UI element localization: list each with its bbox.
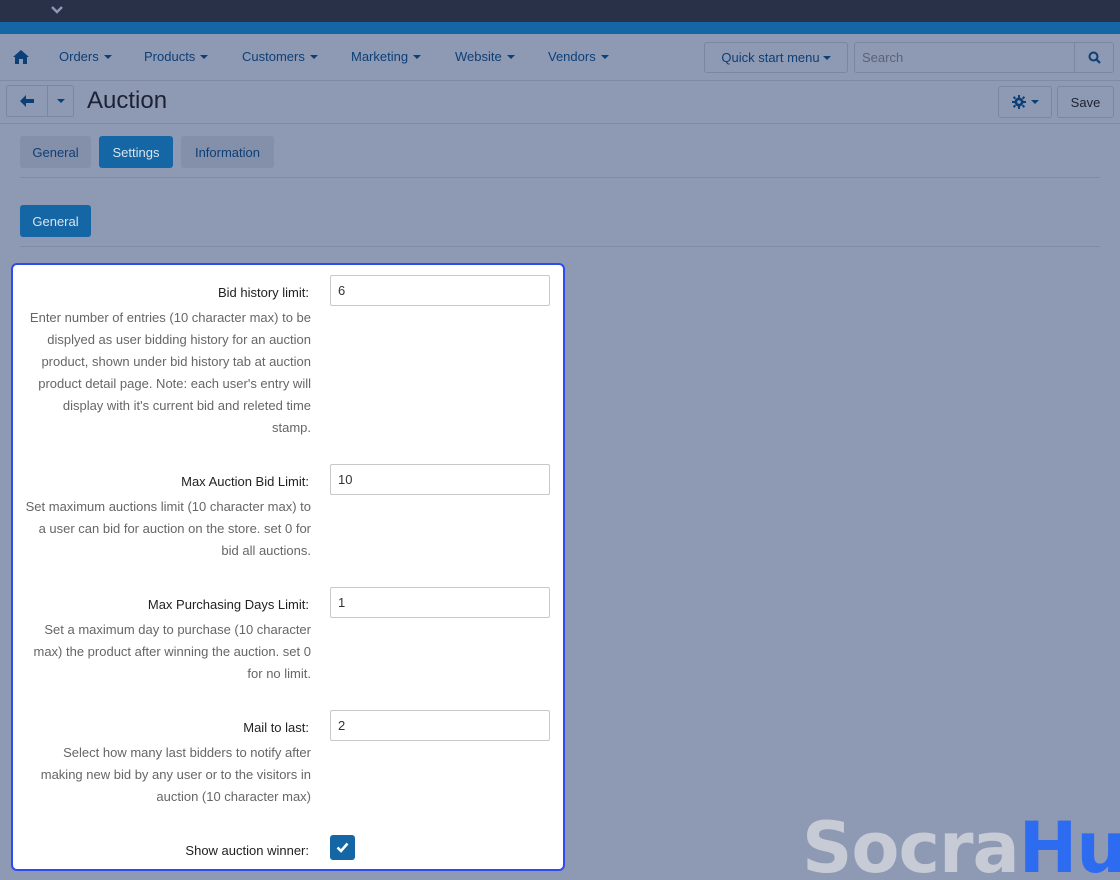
caret-down-icon: [200, 55, 209, 59]
section-divider: [20, 246, 1100, 247]
auction-settings-panel: Bid history limit: Enter number of entri…: [11, 263, 565, 871]
max-purchasing-days-limit-label: Max Purchasing Days Limit:: [147, 597, 309, 612]
search-button[interactable]: [1074, 42, 1114, 73]
caret-down-icon: [822, 55, 831, 60]
max-purchasing-days-limit-input[interactable]: [330, 587, 550, 618]
back-button[interactable]: [6, 85, 48, 117]
max-auction-bid-limit-label: Max Auction Bid Limit:: [181, 474, 309, 489]
nav-products[interactable]: Products: [144, 49, 209, 65]
nav-website-label: Website: [455, 49, 502, 64]
caret-down-icon: [1030, 100, 1039, 104]
tab-information[interactable]: Information: [181, 136, 274, 168]
nav-products-label: Products: [144, 49, 196, 64]
back-dropdown-button[interactable]: [47, 85, 74, 117]
save-button[interactable]: Save: [1057, 86, 1114, 118]
mail-to-last-input[interactable]: [330, 710, 550, 741]
nav-orders-label: Orders: [59, 49, 99, 64]
page-toolbar: [0, 80, 1120, 124]
caret-down-icon: [309, 55, 318, 59]
caret-down-icon: [600, 55, 609, 59]
quick-start-menu-label: Quick start menu: [721, 50, 820, 65]
watermark-part1: Socra: [802, 807, 1020, 880]
bid-history-limit-input[interactable]: [330, 275, 550, 306]
nav-marketing-label: Marketing: [351, 49, 409, 64]
nav-orders[interactable]: Orders: [59, 49, 112, 65]
search-input[interactable]: [854, 42, 1075, 73]
arrow-left-icon: [20, 95, 34, 107]
caret-down-icon: [506, 55, 515, 59]
nav-customers[interactable]: Customers: [242, 49, 318, 65]
caret-down-icon: [56, 99, 65, 103]
top-bar: [0, 0, 1120, 22]
max-purchasing-days-limit-help: Set a maximum day to purchase (10 charac…: [33, 622, 312, 681]
home-icon[interactable]: [12, 49, 30, 65]
search-icon: [1088, 51, 1101, 64]
bid-history-limit-label: Bid history limit:: [217, 285, 309, 300]
nav-vendors[interactable]: Vendors: [548, 49, 609, 65]
show-auction-winner-checkbox[interactable]: [330, 835, 355, 860]
nav-vendors-label: Vendors: [548, 49, 596, 64]
chevron-down-icon[interactable]: [50, 3, 64, 17]
max-auction-bid-limit-input[interactable]: [330, 464, 550, 495]
quick-start-menu-button[interactable]: Quick start menu: [704, 42, 848, 73]
watermark-part2: Hub: [1018, 807, 1120, 880]
settings-dropdown-button[interactable]: [998, 86, 1052, 118]
tab-settings[interactable]: Settings: [99, 136, 173, 168]
max-auction-bid-limit-help: Set maximum auctions limit (10 character…: [25, 499, 311, 558]
page-title: Auction: [87, 87, 168, 114]
tab-general[interactable]: General: [20, 136, 91, 168]
show-auction-winner-label: Show auction winner:: [185, 843, 309, 858]
mail-to-last-help: Select how many last bidders to notify a…: [40, 745, 311, 804]
checkmark-icon: [336, 842, 349, 853]
tabs-divider: [20, 177, 1100, 178]
brand-stripe: [0, 22, 1120, 34]
caret-down-icon: [413, 55, 422, 59]
nav-marketing[interactable]: Marketing: [351, 49, 422, 65]
section-general-button[interactable]: General: [20, 205, 91, 237]
socrahub-watermark-logo: SocraHub: [802, 810, 1120, 880]
nav-customers-label: Customers: [242, 49, 305, 64]
bid-history-limit-help: Enter number of entries (10 character ma…: [29, 310, 311, 435]
caret-down-icon: [103, 55, 112, 59]
mail-to-last-label: Mail to last:: [243, 720, 309, 735]
gear-icon: [1011, 95, 1026, 109]
nav-website[interactable]: Website: [455, 49, 515, 65]
